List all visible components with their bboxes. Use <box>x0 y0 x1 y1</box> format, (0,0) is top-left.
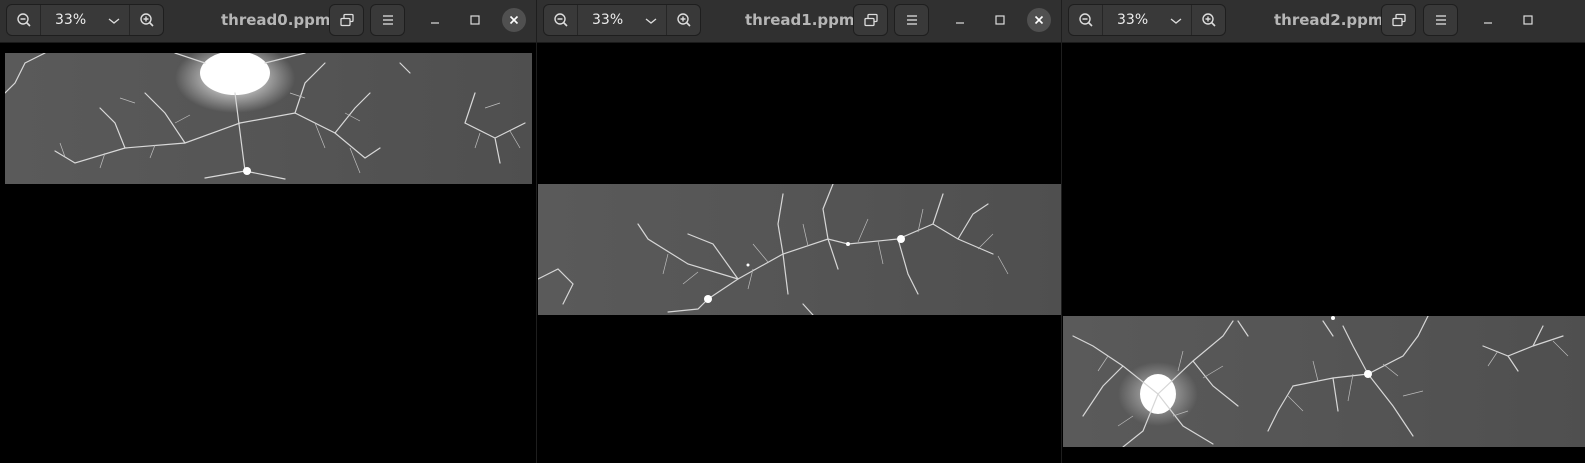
zoom-controls: 33% <box>6 4 164 36</box>
image-viewer-window-thread0: 33% thread0.ppm <box>0 0 537 463</box>
minimize-icon <box>956 22 964 24</box>
minimize-button[interactable] <box>1476 8 1500 32</box>
maximize-button[interactable] <box>1516 8 1540 32</box>
fit-window-button[interactable] <box>1381 4 1416 36</box>
julia-fractal-image <box>1072 316 1569 447</box>
zoom-level-value: 33% <box>55 12 87 28</box>
hamburger-menu-icon <box>382 15 393 25</box>
fit-window-icon <box>863 13 878 27</box>
julia-fractal-image <box>538 184 1009 315</box>
fractal-image-strip <box>1063 316 1585 447</box>
zoom-out-icon <box>16 13 31 27</box>
zoom-level-value: 33% <box>1117 12 1149 28</box>
maximize-icon <box>470 15 480 25</box>
maximize-button[interactable] <box>463 8 487 32</box>
image-viewer-window-thread1: 33% thread1.ppm <box>537 0 1062 463</box>
minimize-icon <box>431 22 439 24</box>
zoom-level-dropdown[interactable]: 33% <box>578 5 666 35</box>
julia-fractal-image <box>5 53 526 180</box>
close-button[interactable] <box>502 8 526 32</box>
zoom-out-icon <box>553 13 568 27</box>
hamburger-menu-icon <box>1435 15 1446 25</box>
header-bar: 33% thread0.ppm <box>0 0 536 43</box>
image-viewer-window-thread2: 33% thread2.ppm <box>1062 0 1585 463</box>
zoom-out-icon <box>1078 13 1093 27</box>
zoom-in-icon <box>1201 13 1216 27</box>
zoom-controls: 33% <box>1068 4 1226 36</box>
header-bar: 33% thread1.ppm <box>537 0 1061 43</box>
fractal-image-strip <box>538 184 1061 315</box>
close-icon <box>509 15 519 25</box>
zoom-out-button[interactable] <box>1069 5 1103 35</box>
zoom-level-value: 33% <box>592 12 624 28</box>
zoom-level-dropdown[interactable]: 33% <box>1103 5 1191 35</box>
zoom-level-dropdown[interactable]: 33% <box>41 5 129 35</box>
zoom-out-button[interactable] <box>7 5 41 35</box>
main-menu-button[interactable] <box>894 4 929 36</box>
zoom-in-button[interactable] <box>129 5 163 35</box>
chevron-down-icon <box>1170 18 1182 24</box>
maximize-icon <box>1523 15 1533 25</box>
maximize-icon <box>995 15 1005 25</box>
window-title: thread0.ppm <box>221 11 331 29</box>
window-title: thread1.ppm <box>745 11 855 29</box>
hamburger-menu-icon <box>906 15 917 25</box>
chevron-down-icon <box>645 18 657 24</box>
zoom-in-button[interactable] <box>1191 5 1225 35</box>
main-menu-button[interactable] <box>1423 4 1458 36</box>
fit-window-icon <box>1391 13 1406 27</box>
minimize-icon <box>1484 22 1492 24</box>
fit-window-button[interactable] <box>329 4 364 36</box>
zoom-in-icon <box>676 13 691 27</box>
minimize-button[interactable] <box>423 8 447 32</box>
header-bar: 33% thread2.ppm <box>1062 0 1585 43</box>
close-icon <box>1034 15 1044 25</box>
close-button[interactable] <box>1027 8 1051 32</box>
zoom-in-icon <box>139 13 154 27</box>
fit-window-icon <box>339 13 354 27</box>
chevron-down-icon <box>108 18 120 24</box>
zoom-out-button[interactable] <box>544 5 578 35</box>
fit-window-button[interactable] <box>853 4 888 36</box>
main-menu-button[interactable] <box>370 4 405 36</box>
zoom-in-button[interactable] <box>666 5 700 35</box>
zoom-controls: 33% <box>543 4 701 36</box>
fractal-image-strip <box>5 53 532 184</box>
minimize-button[interactable] <box>948 8 972 32</box>
maximize-button[interactable] <box>988 8 1012 32</box>
window-title: thread2.ppm <box>1274 11 1384 29</box>
